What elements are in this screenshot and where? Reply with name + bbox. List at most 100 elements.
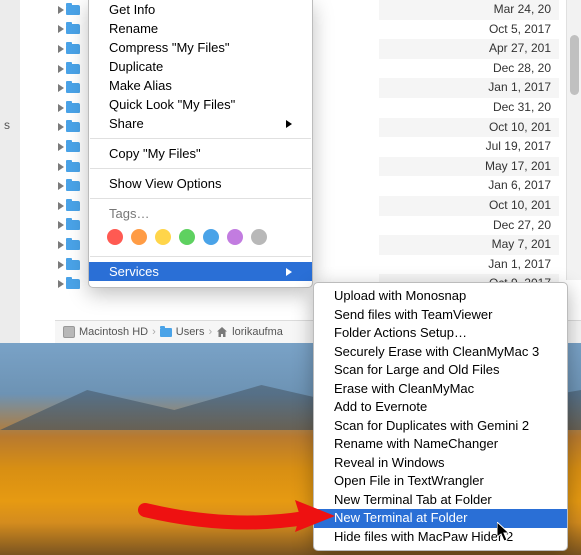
submenu-arrow-icon [286,120,292,128]
folder-icon [66,24,80,34]
service-reveal-windows[interactable]: Reveal in Windows [314,454,567,473]
tag-color-orange[interactable] [131,229,147,245]
folder-icon [66,162,80,172]
disclosure-triangle-icon[interactable] [58,25,64,33]
service-new-terminal-at-folder[interactable]: New Terminal at Folder [314,509,567,528]
service-secure-erase[interactable]: Securely Erase with CleanMyMac 3 [314,343,567,362]
menu-separator [90,198,311,199]
disclosure-triangle-icon[interactable] [58,65,64,73]
disclosure-triangle-icon[interactable] [58,104,64,112]
disclosure-triangle-icon[interactable] [58,261,64,269]
file-date: Oct 5, 2017 [379,20,559,40]
drive-icon [63,326,75,338]
tag-color-purple[interactable] [227,229,243,245]
folder-icon [160,328,172,337]
menu-separator [90,168,311,169]
service-new-terminal-tab[interactable]: New Terminal Tab at Folder [314,491,567,510]
disclosure-triangle-icon[interactable] [58,143,64,151]
folder-icon [66,201,80,211]
tag-color-red[interactable] [107,229,123,245]
menu-label-tags: Tags… [89,204,312,223]
file-date: May 17, 201 [379,157,559,177]
tag-color-row [89,223,312,251]
file-date: Jan 1, 2017 [379,255,559,275]
sidebar-label: s [4,118,10,132]
disclosure-triangle-icon[interactable] [58,45,64,53]
disclosure-triangle-icon[interactable] [58,202,64,210]
file-date: Apr 27, 201 [379,39,559,59]
disclosure-triangle-icon[interactable] [58,221,64,229]
folder-icon [66,83,80,93]
folder-icon [66,279,80,289]
disclosure-triangle-icon[interactable] [58,123,64,131]
folder-icon [66,44,80,54]
cursor-icon [497,522,512,545]
scrollbar-track[interactable] [566,0,581,280]
disclosure-triangle-icon[interactable] [58,182,64,190]
service-hide-macpaw[interactable]: Hide files with MacPaw Hider 2 [314,528,567,547]
home-icon [216,326,228,338]
service-scan-large[interactable]: Scan for Large and Old Files [314,361,567,380]
finder-sidebar: s [0,0,20,343]
menu-separator [90,138,311,139]
date-column: Mar 24, 20 Oct 5, 2017 Apr 27, 201 Dec 2… [379,0,559,294]
service-erase-cmm[interactable]: Erase with CleanMyMac [314,380,567,399]
file-list-icons [55,0,85,294]
menu-item-get-info[interactable]: Get Info [89,0,312,19]
file-date: Dec 28, 20 [379,59,559,79]
folder-icon [66,142,80,152]
service-scan-duplicates[interactable]: Scan for Duplicates with Gemini 2 [314,417,567,436]
disclosure-triangle-icon[interactable] [58,280,64,288]
folder-icon [66,64,80,74]
service-rename-namechanger[interactable]: Rename with NameChanger [314,435,567,454]
breadcrumb-item[interactable]: Macintosh HD [79,326,148,338]
folder-icon [66,181,80,191]
service-folder-actions[interactable]: Folder Actions Setup… [314,324,567,343]
file-date: Oct 10, 201 [379,196,559,216]
disclosure-triangle-icon[interactable] [58,163,64,171]
annotation-arrow [140,460,335,543]
menu-item-make-alias[interactable]: Make Alias [89,76,312,95]
menu-item-share[interactable]: Share [89,114,312,133]
menu-separator [90,256,311,257]
folder-icon [66,220,80,230]
breadcrumb-item[interactable]: Users [176,326,205,338]
menu-item-quick-look[interactable]: Quick Look "My Files" [89,95,312,114]
file-date: Dec 27, 20 [379,216,559,236]
folder-icon [66,5,80,15]
menu-item-services[interactable]: Services [89,262,312,281]
disclosure-triangle-icon[interactable] [58,84,64,92]
file-date: Oct 10, 201 [379,118,559,138]
file-date: Jan 1, 2017 [379,78,559,98]
service-open-textwrangler[interactable]: Open File in TextWrangler [314,472,567,491]
file-date: Mar 24, 20 [379,0,559,20]
file-date: Jan 6, 2017 [379,176,559,196]
menu-item-compress[interactable]: Compress "My Files" [89,38,312,57]
file-date: May 7, 201 [379,235,559,255]
file-date: Dec 31, 20 [379,98,559,118]
breadcrumb-item[interactable]: lorikaufma [232,326,283,338]
service-send-teamviewer[interactable]: Send files with TeamViewer [314,306,567,325]
tag-color-gray[interactable] [251,229,267,245]
menu-item-view-options[interactable]: Show View Options [89,174,312,193]
submenu-arrow-icon [286,268,292,276]
disclosure-triangle-icon[interactable] [58,6,64,14]
folder-icon [66,103,80,113]
services-submenu[interactable]: Upload with Monosnap Send files with Tea… [313,282,568,551]
folder-icon [66,260,80,270]
tag-color-blue[interactable] [203,229,219,245]
tag-color-green[interactable] [179,229,195,245]
chevron-right-icon: › [208,326,212,338]
folder-icon [66,122,80,132]
menu-item-rename[interactable]: Rename [89,19,312,38]
chevron-right-icon: › [152,326,156,338]
menu-item-copy[interactable]: Copy "My Files" [89,144,312,163]
disclosure-triangle-icon[interactable] [58,241,64,249]
scrollbar-thumb[interactable] [570,35,579,95]
tag-color-yellow[interactable] [155,229,171,245]
service-upload-monosnap[interactable]: Upload with Monosnap [314,287,567,306]
menu-item-duplicate[interactable]: Duplicate [89,57,312,76]
service-evernote[interactable]: Add to Evernote [314,398,567,417]
file-date: Jul 19, 2017 [379,137,559,157]
context-menu[interactable]: Get Info Rename Compress "My Files" Dupl… [88,0,313,288]
